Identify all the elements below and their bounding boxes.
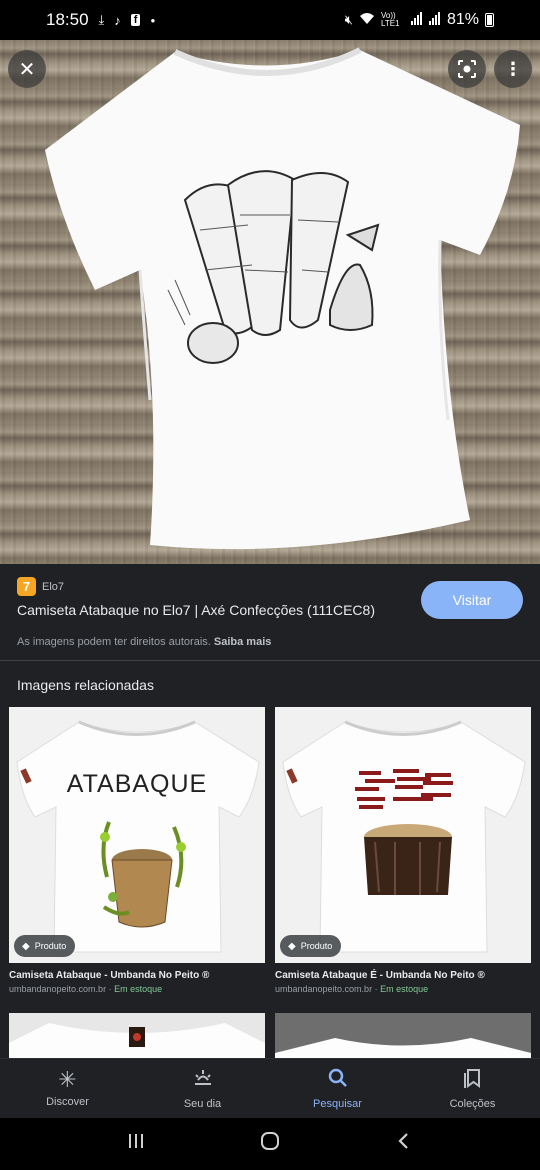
system-navigation-bar xyxy=(0,1118,540,1170)
related-card-partial[interactable] xyxy=(9,1013,265,1058)
nav-label: Coleções xyxy=(449,1098,496,1110)
bookmarks-icon xyxy=(462,1067,484,1093)
elo7-favicon: 7 xyxy=(17,577,36,596)
related-card[interactable]: ◆ Produto Camiseta Atabaque É - Umbanda … xyxy=(275,707,531,994)
signal-icon xyxy=(428,12,441,28)
nav-colecoes[interactable]: Coleções xyxy=(405,1059,540,1118)
lens-icon xyxy=(458,60,476,78)
card-site: umbandanopeito.com.br xyxy=(275,984,373,994)
result-title[interactable]: Camiseta Atabaque no Elo7 | Axé Confecçõ… xyxy=(17,602,375,618)
shirt-thumbnail xyxy=(9,1023,265,1058)
more-options-button[interactable]: ⋮ xyxy=(494,50,532,88)
card-meta: umbandanopeito.com.br · Em estoque xyxy=(9,984,265,994)
nav-discover[interactable]: ✳ Discover xyxy=(0,1059,135,1118)
shirt-thumbnail xyxy=(282,720,526,953)
nav-seu-dia[interactable]: Seu dia xyxy=(135,1059,270,1118)
dot-icon: ● xyxy=(150,15,156,25)
more-vert-icon: ⋮ xyxy=(504,58,522,79)
download-icon: ⤓ xyxy=(98,12,105,27)
divider xyxy=(0,660,540,661)
status-bar: 18:50 ⤓ ♪ f ● 🔇︎ Vo)) LTE1 81% xyxy=(0,0,540,40)
recent-apps-icon[interactable] xyxy=(126,1131,146,1157)
source-name: Elo7 xyxy=(42,580,65,593)
bottom-navigation: ✳ Discover Seu dia Pesquisar Coleções xyxy=(0,1058,540,1118)
nav-label: Seu dia xyxy=(183,1098,222,1110)
tshirt-image xyxy=(45,47,520,550)
related-card-partial[interactable] xyxy=(275,1013,531,1058)
battery-icon xyxy=(485,13,494,27)
tag-icon: ◆ xyxy=(22,940,30,952)
result-info-panel: 7 Elo7 Camiseta Atabaque no Elo7 | Axé C… xyxy=(0,564,540,660)
close-icon: ✕ xyxy=(18,58,36,81)
copyright-notice: As imagens podem ter direitos autorais. … xyxy=(17,636,271,648)
product-badge: ◆ Produto xyxy=(280,935,342,957)
copyright-text: As imagens podem ter direitos autorais. xyxy=(17,636,211,648)
card-title[interactable]: Camiseta Atabaque - Umbanda No Peito ® xyxy=(9,970,265,981)
home-icon[interactable] xyxy=(259,1130,281,1158)
stock-status: Em estoque xyxy=(380,984,429,994)
nav-pesquisar[interactable]: Pesquisar xyxy=(270,1059,405,1118)
meta-separator: · xyxy=(106,984,115,994)
card-image[interactable]: ATABAQUE ◆ Produto xyxy=(9,707,265,963)
shirt-print-text: ATABAQUE xyxy=(66,770,208,798)
stock-status: Em estoque xyxy=(114,984,163,994)
status-time: 18:50 xyxy=(46,10,89,29)
mute-icon: 🔇︎ xyxy=(344,12,353,27)
source-row[interactable]: 7 Elo7 xyxy=(17,577,64,596)
card-image[interactable]: ◆ Produto xyxy=(275,707,531,963)
tiktok-icon: ♪ xyxy=(114,12,121,28)
related-card[interactable]: ATABAQUE ◆ Produto Camiseta Atabaque - U… xyxy=(9,707,265,994)
close-button[interactable]: ✕ xyxy=(8,50,46,88)
meta-separator: · xyxy=(372,984,381,994)
shirt-thumbnail xyxy=(275,1038,531,1058)
back-icon[interactable] xyxy=(394,1131,414,1157)
product-badge: ◆ Produto xyxy=(14,935,76,957)
volte-icon: Vo)) LTE1 xyxy=(380,11,400,28)
main-image[interactable]: ✕ ⋮ xyxy=(0,40,540,564)
product-badge-label: Produto xyxy=(34,941,67,951)
shirt-thumbnail xyxy=(16,720,260,953)
learn-more-link[interactable]: Saiba mais xyxy=(214,636,271,648)
product-badge-label: Produto xyxy=(300,941,333,951)
battery-percent: 81% xyxy=(446,11,479,28)
related-images-heading: Imagens relacionadas xyxy=(17,677,154,693)
card-title[interactable]: Camiseta Atabaque É - Umbanda No Peito ® xyxy=(275,970,531,981)
search-icon xyxy=(327,1067,349,1093)
signal-icon xyxy=(410,12,423,28)
visit-button[interactable]: Visitar xyxy=(421,581,523,619)
asterisk-icon: ✳ xyxy=(58,1067,77,1092)
nav-label: Pesquisar xyxy=(313,1098,362,1110)
tag-icon: ◆ xyxy=(288,940,296,952)
nav-label: Discover xyxy=(46,1096,89,1108)
facebook-icon: f xyxy=(130,14,141,26)
lens-button[interactable] xyxy=(448,50,486,88)
sunrise-icon xyxy=(192,1067,214,1093)
wifi-icon xyxy=(359,12,375,28)
card-site: umbandanopeito.com.br xyxy=(9,984,107,994)
card-meta: umbandanopeito.com.br · Em estoque xyxy=(275,984,531,994)
